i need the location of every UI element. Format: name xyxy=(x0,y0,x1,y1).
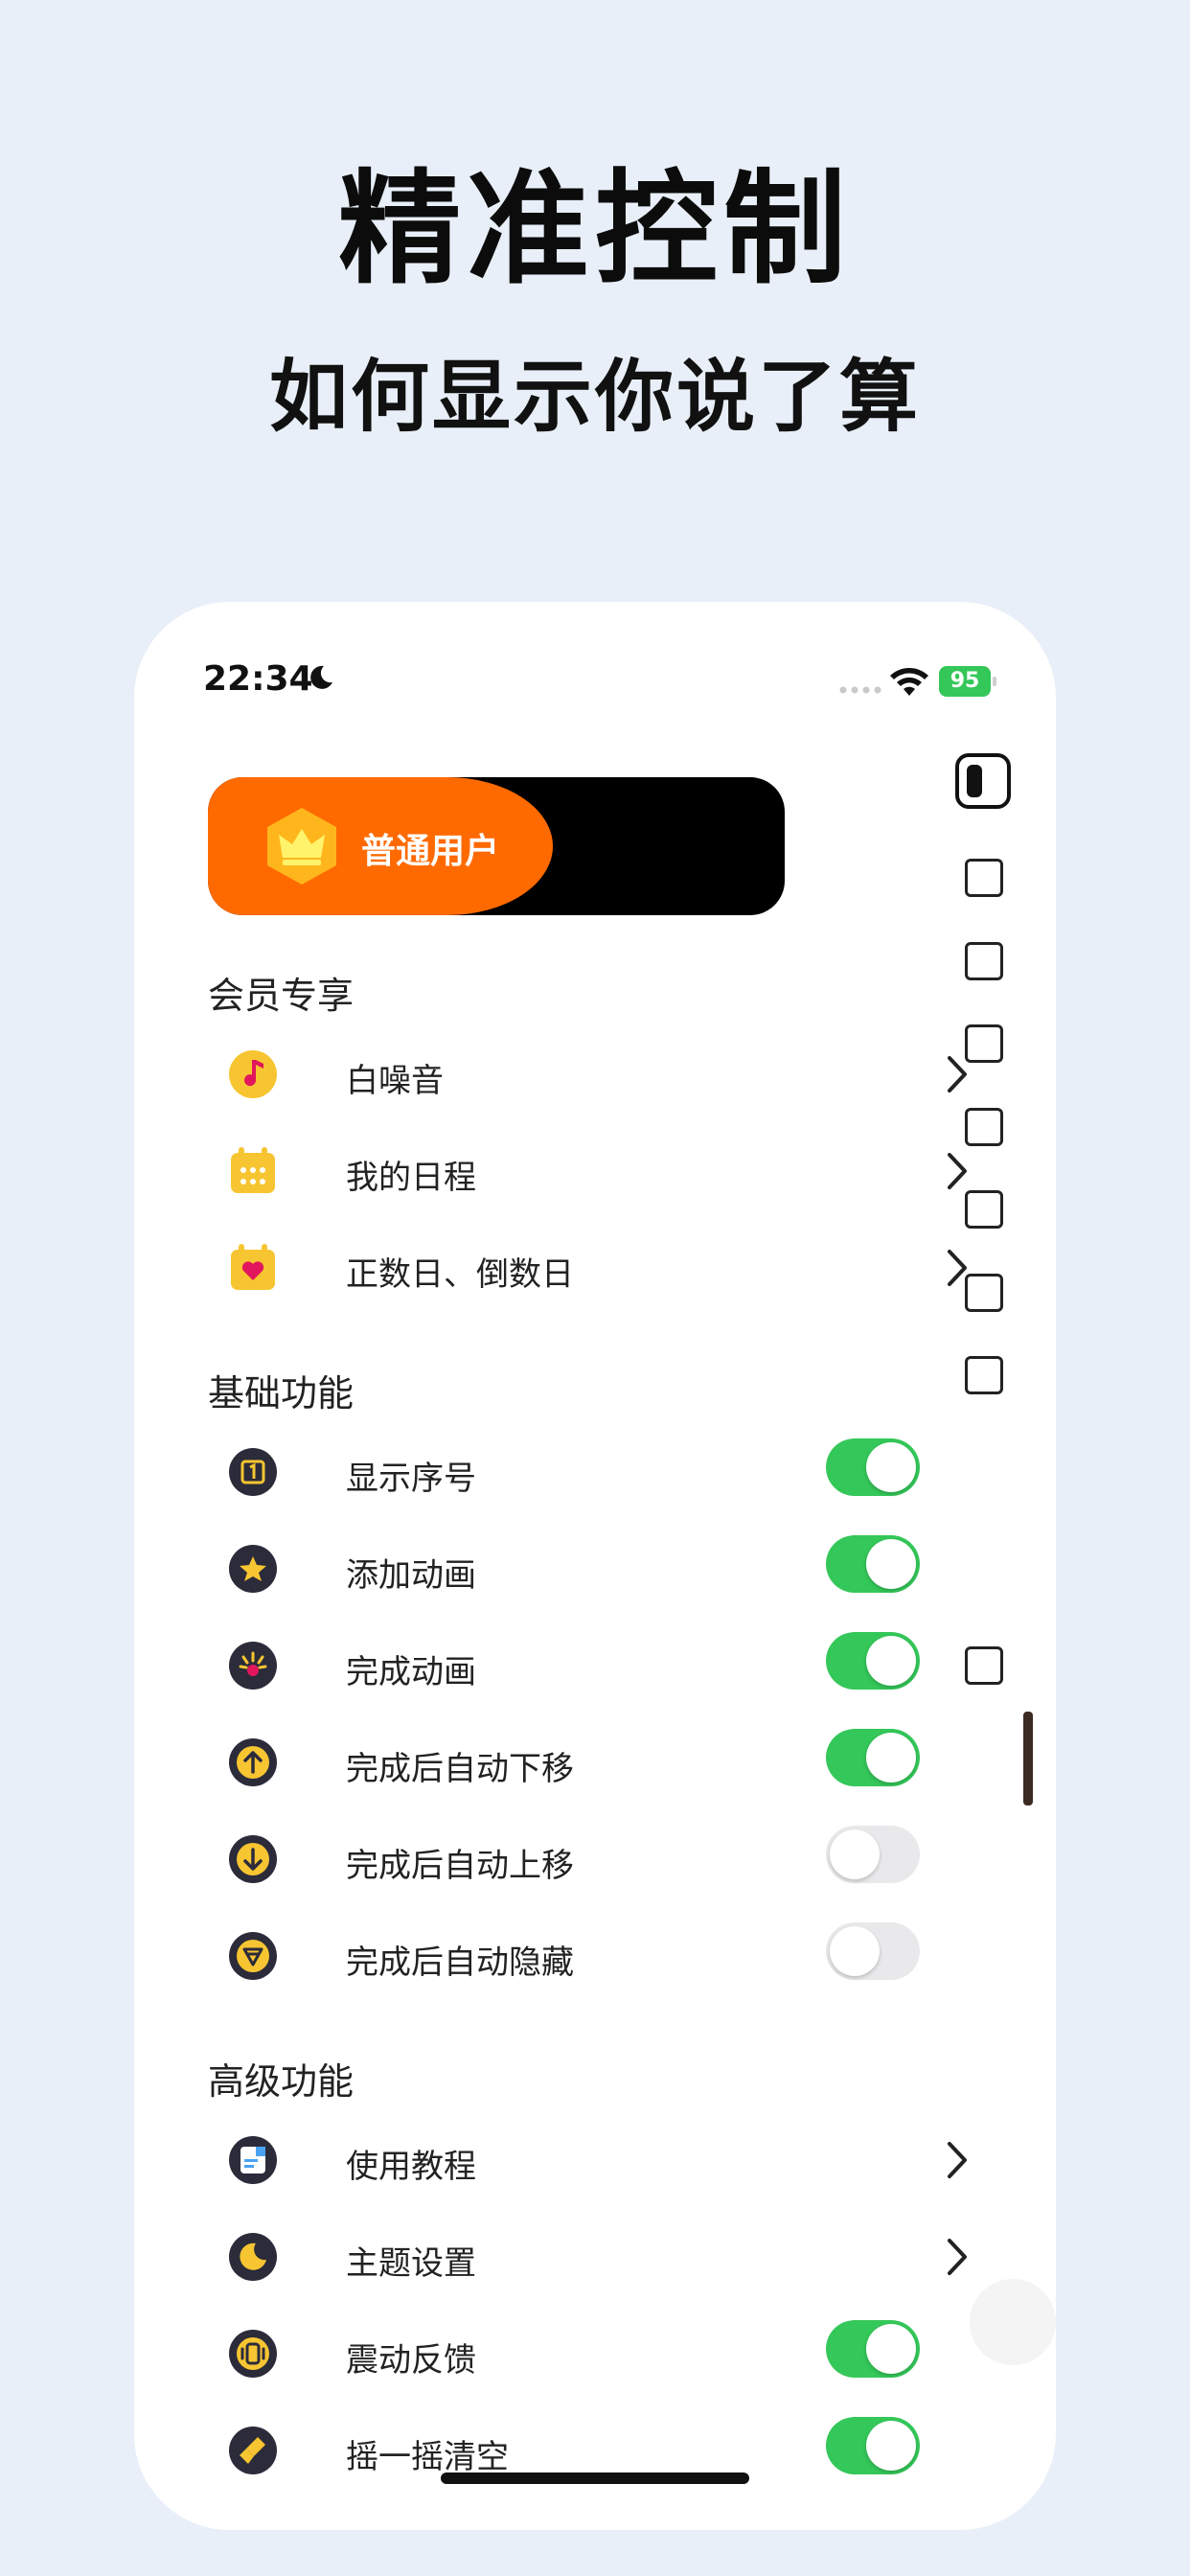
status-time: 22:34 xyxy=(203,659,313,699)
arrow-up-icon xyxy=(229,1738,277,1786)
arrow-down-icon xyxy=(229,1835,277,1883)
moon-icon xyxy=(310,665,332,689)
task-checkbox[interactable] xyxy=(965,942,1003,980)
phone-screen: 22:34 95 普通用户 会员专享 白噪音 我的日程 正数日、倒数日 基础功能… xyxy=(134,602,1056,2530)
setting-vibration-feedback: 震动反馈 xyxy=(227,2316,974,2397)
user-card[interactable]: 普通用户 xyxy=(208,777,785,915)
floating-add-button[interactable] xyxy=(970,2279,1056,2365)
setting-label: 完成动画 xyxy=(346,1653,476,1691)
setting-auto-move-up: 完成后自动上移 xyxy=(227,1822,974,1902)
setting-label: 添加动画 xyxy=(346,1556,476,1595)
theme-icon xyxy=(229,2233,277,2281)
task-checkbox[interactable] xyxy=(965,1108,1003,1146)
toggle-switch[interactable] xyxy=(826,1632,920,1690)
toggle-switch[interactable] xyxy=(826,1535,920,1593)
task-checkbox[interactable] xyxy=(965,1274,1003,1312)
toggle-switch[interactable] xyxy=(826,1729,920,1786)
wifi-icon xyxy=(890,668,928,696)
hero-title: 精准控制 xyxy=(337,158,852,301)
shake-clear-icon xyxy=(229,2426,277,2474)
setting-auto-hide: 完成后自动隐藏 xyxy=(227,1919,974,1999)
menu-item-white-noise[interactable]: 白噪音 xyxy=(227,1037,974,1117)
menu-item-my-schedule[interactable]: 我的日程 xyxy=(227,1134,974,1214)
task-checkbox[interactable] xyxy=(965,1024,1003,1063)
star-icon xyxy=(229,1545,277,1593)
menu-item-label: 正数日、倒数日 xyxy=(346,1255,574,1294)
user-level-label: 普通用户 xyxy=(361,832,500,871)
sparkle-icon xyxy=(229,1642,277,1690)
task-checkbox[interactable] xyxy=(965,1646,1003,1685)
hero-subtitle: 如何显示你说了算 xyxy=(268,352,921,443)
menu-item-label: 使用教程 xyxy=(346,2148,476,2186)
menu-item-label: 主题设置 xyxy=(346,2244,476,2283)
task-checkbox[interactable] xyxy=(965,859,1003,897)
signal-icon xyxy=(839,686,881,694)
hide-icon xyxy=(229,1932,277,1980)
setting-add-animation: 添加动画 xyxy=(227,1531,974,1612)
crown-icon xyxy=(267,808,336,885)
section-title-basic: 基础功能 xyxy=(208,1372,355,1414)
setting-auto-move-down: 完成后自动下移 xyxy=(227,1725,974,1806)
section-title-member: 会员专享 xyxy=(208,975,355,1017)
tutorial-icon xyxy=(229,2136,277,2184)
setting-label: 完成后自动隐藏 xyxy=(346,1944,574,1982)
calendar-icon xyxy=(231,1147,275,1193)
setting-label: 完成后自动上移 xyxy=(346,1847,574,1885)
toggle-switch[interactable] xyxy=(826,2320,920,2378)
menu-item-tutorial[interactable]: 使用教程 xyxy=(227,2123,974,2203)
setting-label: 显示序号 xyxy=(346,1460,476,1498)
menu-item-label: 我的日程 xyxy=(346,1159,476,1197)
toggle-switch[interactable] xyxy=(826,1922,920,1980)
section-title-advanced: 高级功能 xyxy=(208,2060,355,2103)
menu-item-label: 白噪音 xyxy=(346,1062,444,1100)
setting-label: 完成后自动下移 xyxy=(346,1750,574,1788)
sidebar-toggle-icon[interactable] xyxy=(955,753,1011,809)
vibration-icon xyxy=(229,2330,277,2378)
home-indicator xyxy=(441,2472,749,2484)
toggle-switch[interactable] xyxy=(826,1826,920,1883)
task-checkbox[interactable] xyxy=(965,1356,1003,1394)
setting-label: 摇一摇清空 xyxy=(346,2438,509,2476)
menu-item-day-counter[interactable]: 正数日、倒数日 xyxy=(227,1230,974,1311)
heart-calendar-icon xyxy=(231,1244,275,1290)
setting-show-number: 显示序号 xyxy=(227,1435,974,1515)
setting-complete-animation: 完成动画 xyxy=(227,1628,974,1709)
menu-item-theme-settings[interactable]: 主题设置 xyxy=(227,2220,974,2300)
task-checkbox[interactable] xyxy=(965,1190,1003,1229)
number-icon xyxy=(229,1448,277,1496)
task-image-thumbnail xyxy=(1023,1712,1033,1806)
setting-label: 震动反馈 xyxy=(346,2341,476,2380)
toggle-switch[interactable] xyxy=(826,1438,920,1496)
music-note-icon xyxy=(229,1050,277,1098)
toggle-switch[interactable] xyxy=(826,2417,920,2474)
